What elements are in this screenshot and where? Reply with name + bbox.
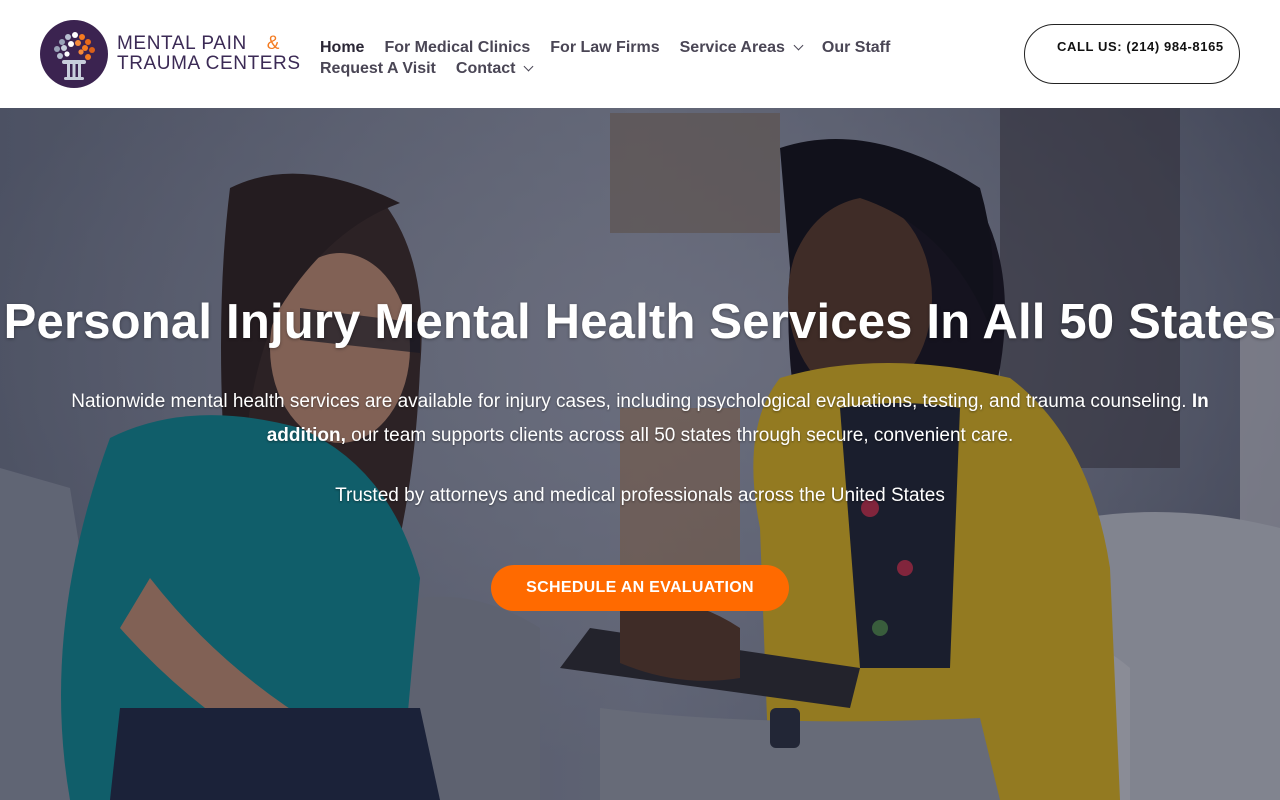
- call-us-button[interactable]: CALL US: (214) 984-8165: [1024, 24, 1240, 84]
- hero-overlay: [0, 108, 1280, 800]
- nav-item-contact-label: Contact: [455, 59, 516, 77]
- nav-item-law-firms[interactable]: For Law Firms: [550, 39, 659, 57]
- hero-description-part1: Nationwide mental health services are av…: [71, 391, 1192, 412]
- hero-description-part2: our team supports clients across all 50 …: [345, 425, 1014, 446]
- logo-ampersand: &: [266, 33, 281, 54]
- nav-item-service-areas-label: Service Areas: [679, 38, 785, 56]
- chevron-down-icon: [524, 61, 534, 72]
- nav-item-medical-clinics[interactable]: For Medical Clinics: [384, 39, 530, 57]
- logo-wordmark: MENTAL PAIN & TRAUMA CENTERS: [117, 34, 301, 74]
- schedule-evaluation-button[interactable]: SCHEDULE AN EVALUATION: [491, 565, 789, 611]
- chevron-down-icon: [793, 40, 804, 51]
- site-header: MENTAL PAIN & TRAUMA CENTERS Home For Med…: [0, 0, 1280, 108]
- logo-line-2: TRAUMA CENTERS: [117, 53, 301, 74]
- nav-item-home[interactable]: Home: [320, 39, 364, 57]
- nav-item-service-areas[interactable]: Service Areas: [679, 38, 804, 57]
- hero-trust-line: Trusted by attorneys and medical profess…: [335, 485, 945, 506]
- hero-section: Personal Injury Mental Health Services I…: [0, 108, 1280, 800]
- brain-pillar-logo-icon: [40, 20, 108, 88]
- nav-item-contact[interactable]: Contact: [455, 59, 534, 78]
- hero-description: Nationwide mental health services are av…: [40, 385, 1240, 453]
- site-logo[interactable]: MENTAL PAIN & TRAUMA CENTERS: [40, 20, 300, 88]
- logo-line-1: MENTAL PAIN: [117, 33, 247, 54]
- main-nav: Home For Medical Clinics For Law Firms S…: [320, 37, 900, 79]
- nav-item-request-visit[interactable]: Request A Visit: [320, 60, 436, 78]
- hero-title: Personal Injury Mental Health Services I…: [3, 295, 1277, 349]
- nav-item-our-staff[interactable]: Our Staff: [822, 39, 890, 57]
